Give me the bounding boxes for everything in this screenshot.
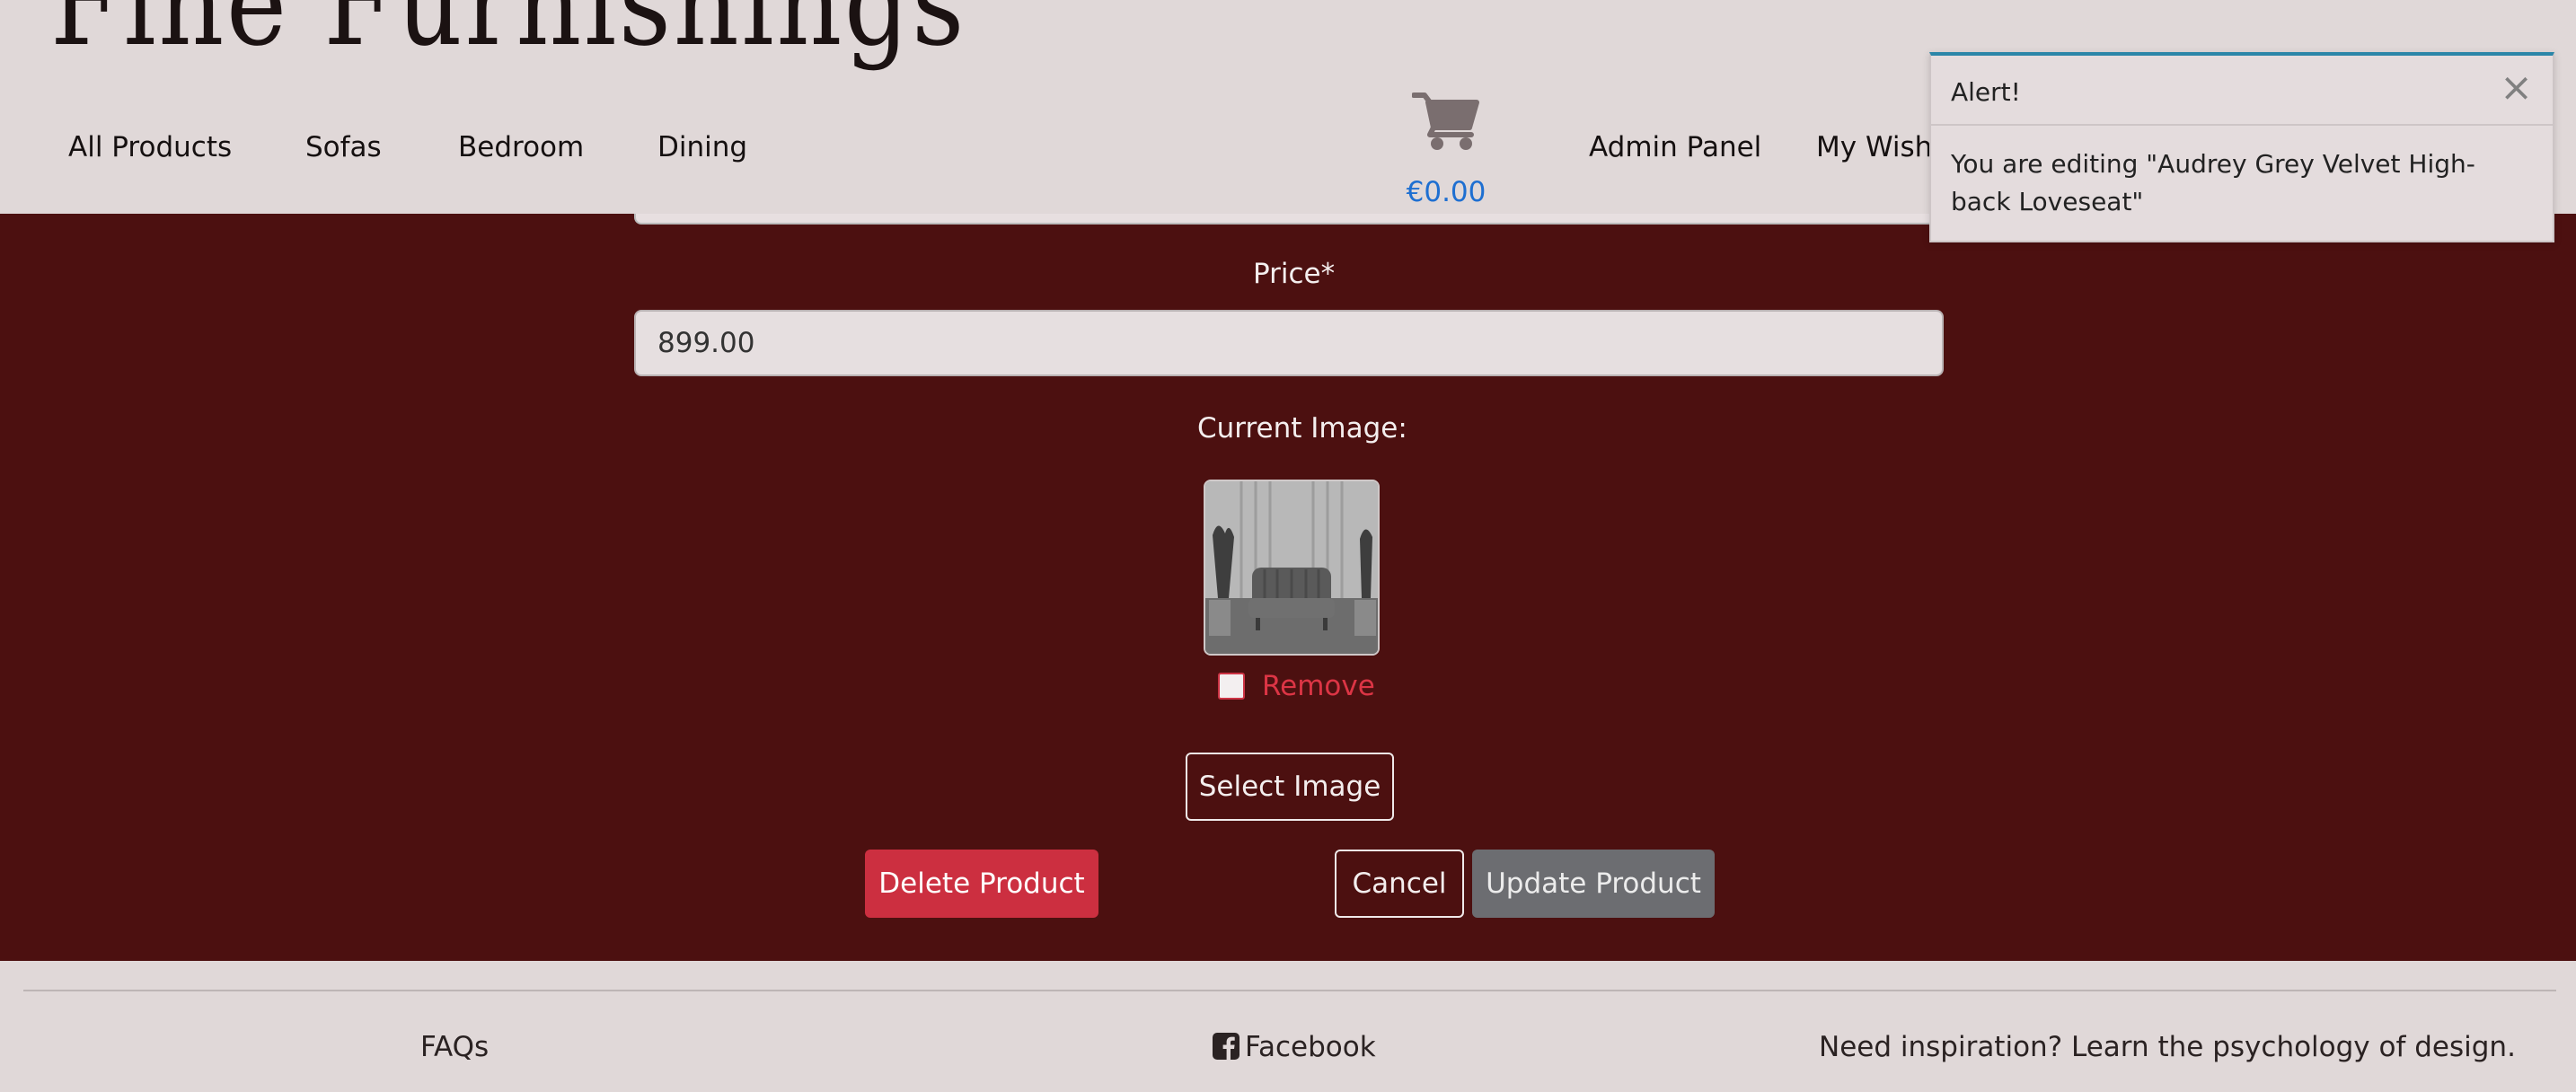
price-label: Price* <box>1253 258 1336 290</box>
alert-title: Alert! <box>1951 77 2021 107</box>
update-product-button[interactable]: Update Product <box>1472 850 1715 918</box>
nav-admin-panel[interactable]: Admin Panel <box>1589 131 1761 163</box>
current-product-image <box>1204 480 1380 656</box>
brand-logo[interactable]: Fine Furnishings <box>50 0 966 63</box>
cart-total: €0.00 <box>1406 176 1486 208</box>
facebook-square-icon <box>1213 1033 1239 1060</box>
remove-image-checkbox[interactable] <box>1218 673 1245 700</box>
footer-faqs-link[interactable]: FAQs <box>420 1031 489 1063</box>
shopping-cart-icon <box>1412 92 1479 150</box>
previous-field-edge[interactable] <box>634 214 1947 225</box>
cancel-button[interactable]: Cancel <box>1335 850 1464 918</box>
nav-all-products[interactable]: All Products <box>68 131 232 163</box>
footer-facebook-label: Facebook <box>1245 1031 1376 1063</box>
site-footer: FAQs Facebook Need inspiration? Learn th… <box>0 961 2576 1092</box>
alert-header: Alert! × <box>1931 56 2553 126</box>
nav-wishlist[interactable]: My Wishl <box>1816 131 1940 163</box>
delete-product-button[interactable]: Delete Product <box>865 850 1098 918</box>
alert-message: You are editing "Audrey Grey Velvet High… <box>1951 149 2475 216</box>
nav-dining[interactable]: Dining <box>657 131 747 163</box>
close-icon[interactable]: × <box>2500 68 2533 108</box>
alert-toast: Alert! × You are editing "Audrey Grey Ve… <box>1929 52 2554 242</box>
product-edit-form: Price* 899.00 Current Image: Remove Sele… <box>0 214 2576 961</box>
remove-image-label[interactable]: Remove <box>1262 670 1375 702</box>
cart-link[interactable]: €0.00 <box>1383 90 1509 216</box>
price-input[interactable]: 899.00 <box>634 310 1944 376</box>
nav-sofas[interactable]: Sofas <box>305 131 382 163</box>
current-image-label: Current Image: <box>1197 412 1407 445</box>
footer-divider <box>23 990 2556 991</box>
nav-bedroom[interactable]: Bedroom <box>458 131 584 163</box>
select-image-button[interactable]: Select Image <box>1186 753 1394 821</box>
footer-facebook-link[interactable]: Facebook <box>1213 1031 1376 1063</box>
footer-inspiration-link[interactable]: Need inspiration? Learn the psychology o… <box>1819 1031 2516 1063</box>
